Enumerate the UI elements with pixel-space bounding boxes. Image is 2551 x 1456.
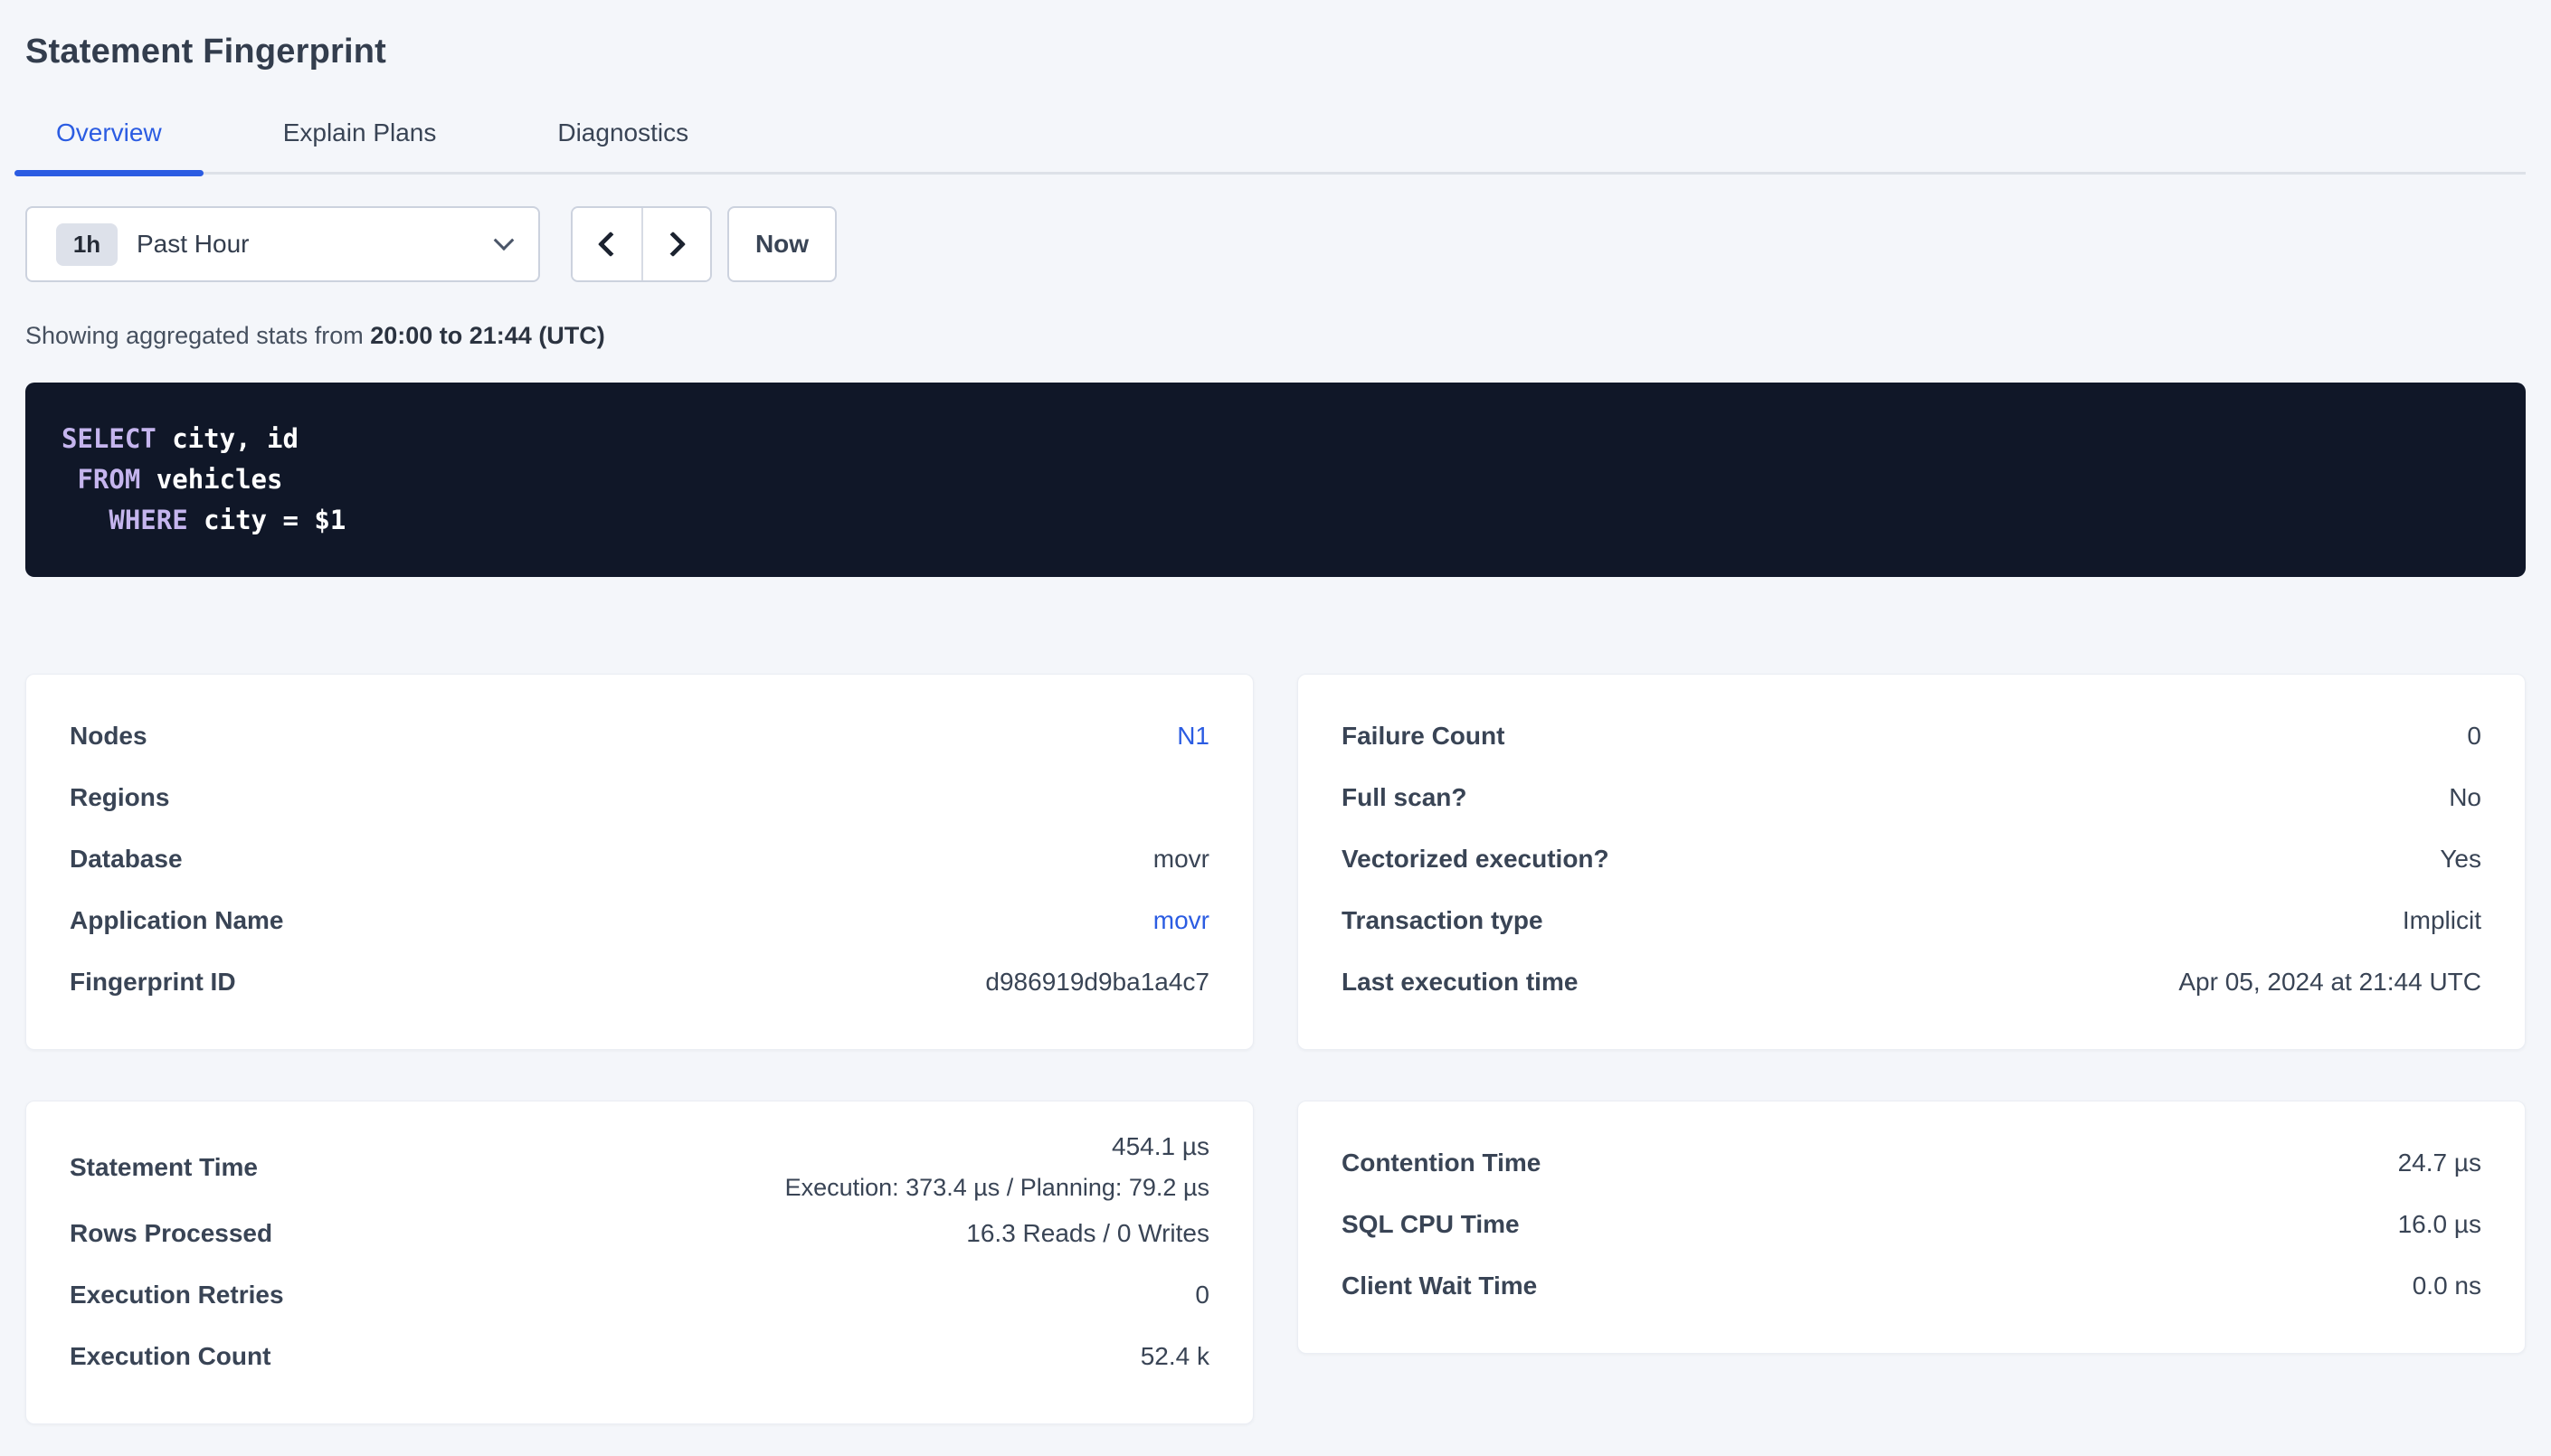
sql-text: city, id [156, 423, 299, 454]
time-range-label: Past Hour [137, 230, 250, 259]
stat-row: Regions [70, 767, 1209, 828]
stat-row: Execution Retries 0 [70, 1264, 1209, 1326]
row-value: 454.1 µs [1112, 1132, 1209, 1160]
row-value: 0 [1195, 1281, 1209, 1309]
timing-card-left: Statement Time 454.1 µs Execution: 373.4 µ… [25, 1101, 1254, 1424]
row-value-wrap: Yes [2440, 845, 2481, 874]
row-label: SQL CPU Time [1342, 1210, 1520, 1239]
page-title: Statement Fingerprint [25, 33, 2526, 71]
row-value: 0 [2467, 722, 2481, 750]
row-value: 0.0 ns [2413, 1272, 2481, 1300]
stat-row: Rows Processed 16.3 Reads / 0 Writes [70, 1203, 1209, 1264]
sql-keyword: WHERE [62, 505, 188, 535]
row-label: Statement Time [70, 1153, 258, 1182]
row-value: 16.3 Reads / 0 Writes [966, 1219, 1209, 1247]
row-value-wrap: 0 [1195, 1281, 1209, 1309]
row-label: Execution Count [70, 1342, 270, 1371]
row-label: Application Name [70, 906, 283, 935]
sql-text: city = $1 [188, 505, 346, 535]
row-label: Last execution time [1342, 968, 1578, 997]
row-value: 24.7 µs [2398, 1149, 2481, 1177]
row-value-wrap: d986919d9ba1a4c7 [985, 968, 1209, 997]
tab-diagnostics[interactable]: Diagnostics [516, 118, 730, 172]
row-value-wrap: 16.3 Reads / 0 Writes [966, 1219, 1209, 1248]
row-value-link[interactable]: N1 [1177, 722, 1209, 750]
row-value: d986919d9ba1a4c7 [985, 968, 1209, 996]
stat-row: Contention Time 24.7 µs [1342, 1132, 2481, 1194]
row-value-wrap: Apr 05, 2024 at 21:44 UTC [2178, 968, 2481, 997]
stat-row: Fingerprint ID d986919d9ba1a4c7 [70, 951, 1209, 1013]
statement-fingerprint-page: Statement Fingerprint Overview Explain P… [0, 0, 2551, 1424]
row-label: Client Wait Time [1342, 1272, 1537, 1300]
row-value-wrap: 0.0 ns [2413, 1272, 2481, 1300]
row-value-wrap: 16.0 µs [2398, 1210, 2481, 1239]
tab-bar: Overview Explain Plans Diagnostics [14, 118, 2526, 175]
row-label: Rows Processed [70, 1219, 272, 1248]
sql-keyword: SELECT [62, 423, 156, 454]
details-card-left: NodesN1RegionsDatabasemovrApplication Na… [25, 674, 1254, 1050]
stat-row: Transaction type Implicit [1342, 890, 2481, 951]
row-value-wrap: No [2449, 783, 2481, 812]
time-step-buttons [571, 206, 712, 282]
row-label: Fingerprint ID [70, 968, 236, 997]
row-value: Apr 05, 2024 at 21:44 UTC [2178, 968, 2481, 996]
row-value-wrap: N1 [1177, 722, 1209, 751]
details-card-right: Failure Count 0 Full scan? No Vectorized exe… [1297, 674, 2526, 1050]
row-value-wrap: 0 [2467, 722, 2481, 751]
row-value: Implicit [2403, 906, 2481, 934]
row-value: No [2449, 783, 2481, 811]
row-value-wrap: movr [1153, 906, 1209, 935]
row-label: Failure Count [1342, 722, 1504, 751]
row-label: Transaction type [1342, 906, 1543, 935]
time-range-badge: 1h [56, 223, 118, 266]
tab-explain-plans[interactable]: Explain Plans [242, 118, 479, 172]
sql-keyword: FROM [62, 464, 140, 495]
row-value-wrap: movr [1153, 845, 1209, 874]
aggregation-summary-prefix: Showing aggregated stats from [25, 322, 370, 349]
row-label: Regions [70, 783, 169, 812]
stat-row: Vectorized execution? Yes [1342, 828, 2481, 890]
stat-row: Database movr [70, 828, 1209, 890]
row-value: 16.0 µs [2398, 1210, 2481, 1238]
row-label: Execution Retries [70, 1281, 284, 1309]
row-value-wrap: 52.4 k [1141, 1342, 1209, 1371]
stat-row: Client Wait Time 0.0 ns [1342, 1255, 2481, 1317]
chevron-down-icon [494, 230, 515, 251]
row-value: Yes [2440, 845, 2481, 873]
row-value-wrap: Implicit [2403, 906, 2481, 935]
time-range-select[interactable]: 1h Past Hour [25, 206, 540, 282]
next-interval-button[interactable] [641, 208, 710, 280]
stat-row: Nodes N1 [70, 705, 1209, 767]
row-value-wrap: 24.7 µs [2398, 1149, 2481, 1177]
stat-row: Statement Time 454.1 µs Execution: 373.4 µ… [70, 1132, 1209, 1203]
row-subvalue: Execution: 373.4 µs / Planning: 79.2 µs [785, 1172, 1209, 1203]
stat-row: Execution Count 52.4 k [70, 1326, 1209, 1387]
time-picker-row: 1h Past Hour Now [25, 206, 2526, 282]
stat-row: Failure Count 0 [1342, 705, 2481, 767]
stat-row: Full scan? No [1342, 767, 2481, 828]
row-label: Full scan? [1342, 783, 1466, 812]
row-value-wrap: 454.1 µs Execution: 373.4 µs / Planning: … [785, 1132, 1209, 1203]
timing-card-right: Contention Time 24.7 µs SQL CPU Time 16.0 µ… [1297, 1101, 2526, 1354]
row-label: Nodes [70, 722, 147, 751]
row-label: Database [70, 845, 183, 874]
tab-overview[interactable]: Overview [14, 118, 204, 172]
stat-row: SQL CPU Time 16.0 µs [1342, 1194, 2481, 1255]
aggregation-summary-range: 20:00 to 21:44 (UTC) [370, 322, 605, 349]
chevron-left-icon [598, 232, 623, 257]
stats-card-grid: NodesN1RegionsDatabasemovrApplication Na… [25, 674, 2526, 1424]
row-label: Vectorized execution? [1342, 845, 1609, 874]
previous-interval-button[interactable] [573, 208, 641, 280]
sql-text: vehicles [140, 464, 282, 495]
row-value: 52.4 k [1141, 1342, 1209, 1370]
now-button[interactable]: Now [727, 206, 837, 282]
chevron-right-icon [660, 232, 686, 257]
row-label: Contention Time [1342, 1149, 1541, 1177]
aggregation-summary: Showing aggregated stats from 20:00 to 2… [25, 322, 2526, 350]
stat-row: Application Name movr [70, 890, 1209, 951]
row-value: movr [1153, 845, 1209, 873]
sql-statement: SELECT city, id FROM vehicles WHERE city… [25, 383, 2526, 577]
row-value-link[interactable]: movr [1153, 906, 1209, 934]
stat-row: Last execution time Apr 05, 2024 at 21:44… [1342, 951, 2481, 1013]
